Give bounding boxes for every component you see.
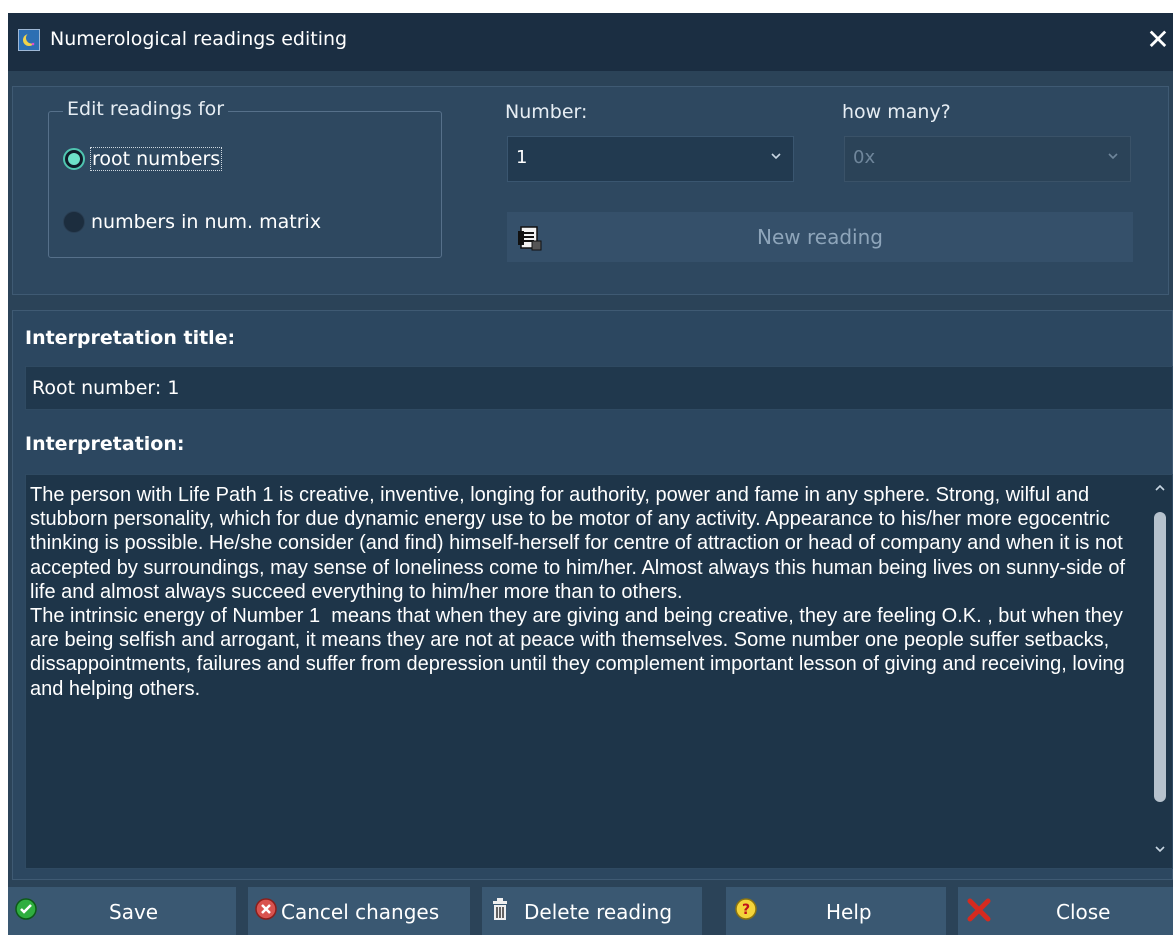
radio-root-numbers[interactable]: root numbers: [63, 147, 223, 171]
interpretation-title-value: Root number: 1: [32, 377, 180, 399]
close-red-x-icon: [966, 897, 991, 922]
help-button[interactable]: ? Help: [726, 887, 946, 935]
radio-label-root-numbers[interactable]: root numbers: [89, 147, 223, 171]
dialog-window: Numerological readings editing ✕ Edit re…: [8, 13, 1173, 935]
svg-text:?: ?: [742, 902, 750, 918]
save-check-icon: [14, 897, 38, 921]
cancel-changes-button[interactable]: Cancel changes: [248, 887, 470, 935]
moon-app-icon: [18, 29, 40, 51]
new-reading-label: New reading: [757, 225, 883, 249]
help-icon: ?: [734, 897, 758, 921]
new-reading-button[interactable]: New reading: [507, 212, 1133, 262]
chevron-down-icon: [769, 149, 783, 163]
cancel-changes-label: Cancel changes: [281, 900, 440, 924]
selection-panel: Edit readings for root numbers numbers i…: [12, 86, 1169, 295]
new-document-icon: [518, 226, 542, 251]
close-label: Close: [1056, 900, 1111, 924]
button-bar: Save Cancel changes Delete reading ? Hel…: [8, 881, 1173, 935]
interpretation-label: Interpretation:: [25, 433, 185, 455]
radio-numbers-in-matrix[interactable]: numbers in num. matrix: [63, 211, 321, 233]
radio-label-numbers-in-matrix[interactable]: numbers in num. matrix: [91, 211, 321, 233]
vertical-scrollbar[interactable]: [1148, 475, 1172, 868]
number-label: Number:: [505, 101, 588, 123]
interpretation-panel: Interpretation title: Root number: 1 Int…: [12, 310, 1173, 880]
save-label: Save: [109, 900, 159, 924]
interpretation-text[interactable]: The person with Life Path 1 is creative,…: [30, 483, 1140, 701]
radio-button-checked[interactable]: [63, 148, 85, 170]
number-select[interactable]: 1: [507, 136, 794, 182]
how-many-label: how many?: [842, 101, 951, 123]
how-many-select-value: 0x: [853, 147, 876, 168]
edit-readings-groupbox: Edit readings for root numbers numbers i…: [48, 98, 442, 258]
close-icon[interactable]: ✕: [1143, 23, 1173, 59]
cancel-icon: [254, 897, 278, 921]
interpretation-title-input[interactable]: Root number: 1: [25, 366, 1173, 410]
window-title: Numerological readings editing: [50, 28, 348, 50]
groupbox-legend: Edit readings for: [63, 98, 229, 120]
radio-button-unchecked[interactable]: [63, 211, 85, 233]
scroll-down-icon[interactable]: [1148, 840, 1172, 864]
save-button[interactable]: Save: [8, 887, 236, 935]
trash-icon: [488, 897, 512, 921]
number-select-value: 1: [516, 147, 528, 168]
interpretation-textarea[interactable]: The person with Life Path 1 is creative,…: [25, 474, 1173, 869]
scrollbar-thumb[interactable]: [1154, 512, 1166, 802]
new-document-icon-wrap: [13, 87, 41, 115]
title-bar: Numerological readings editing ✕: [8, 13, 1173, 71]
close-button[interactable]: Close: [958, 887, 1173, 935]
chevron-down-icon: [1106, 149, 1120, 163]
interpretation-title-label: Interpretation title:: [25, 327, 236, 349]
how-many-select[interactable]: 0x: [844, 136, 1131, 182]
scroll-up-icon[interactable]: [1148, 479, 1172, 503]
help-label: Help: [826, 900, 872, 924]
delete-reading-button[interactable]: Delete reading: [482, 887, 702, 935]
delete-reading-label: Delete reading: [524, 900, 673, 924]
